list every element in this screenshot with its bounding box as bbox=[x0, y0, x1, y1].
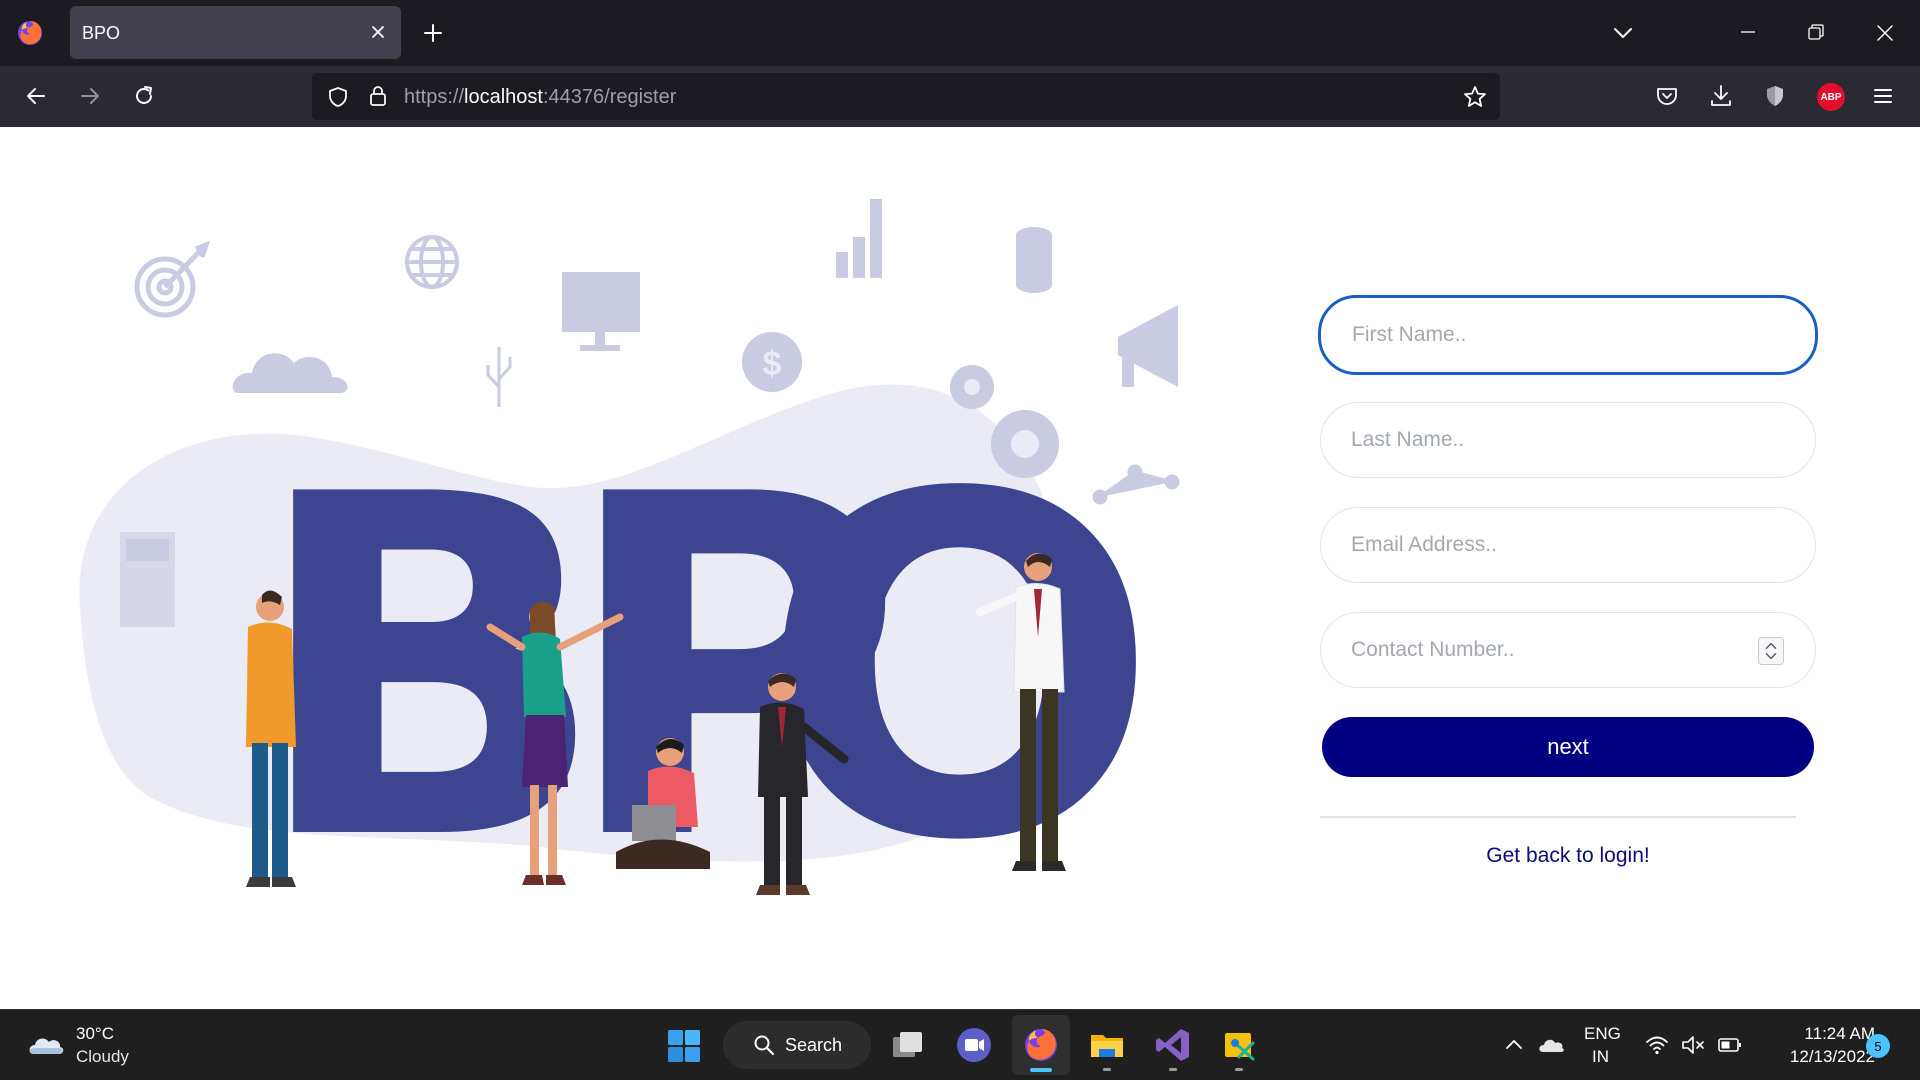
database-icon bbox=[1016, 227, 1052, 293]
form-divider bbox=[1320, 816, 1796, 818]
firefox-taskbar-icon[interactable] bbox=[1021, 1025, 1061, 1065]
next-button[interactable]: next bbox=[1322, 717, 1814, 777]
snipping-app-open-indicator bbox=[1235, 1068, 1243, 1071]
task-view-icon[interactable] bbox=[888, 1025, 928, 1065]
url-path: :44376/register bbox=[542, 86, 677, 108]
first-name-input[interactable] bbox=[1318, 295, 1818, 375]
contact-number-input[interactable] bbox=[1320, 612, 1816, 688]
tab-bar: BPO bbox=[0, 0, 1920, 66]
new-tab-icon[interactable] bbox=[421, 21, 445, 45]
back-to-login-link[interactable]: Get back to login! bbox=[1320, 844, 1816, 868]
search-label: Search bbox=[785, 1035, 843, 1055]
forward-arrow-icon[interactable] bbox=[77, 83, 103, 109]
email-input[interactable] bbox=[1320, 507, 1816, 583]
onedrive-cloud-icon[interactable] bbox=[1537, 1035, 1565, 1055]
reload-icon[interactable] bbox=[131, 83, 157, 109]
search-icon bbox=[754, 1035, 775, 1056]
megaphone-icon bbox=[1118, 305, 1178, 387]
windows-start-icon[interactable] bbox=[666, 1028, 702, 1064]
battery-icon[interactable] bbox=[1717, 1035, 1743, 1055]
volume-muted-icon[interactable] bbox=[1680, 1033, 1706, 1057]
adblock-plus-icon[interactable]: ABP bbox=[1817, 83, 1845, 111]
show-hidden-icons-chevron-icon[interactable] bbox=[1503, 1034, 1525, 1056]
file-explorer-open-indicator bbox=[1103, 1068, 1111, 1071]
windows-taskbar: 30°C Cloudy Search ENG IN 11:24 AM 12/13… bbox=[0, 1009, 1920, 1080]
bar-chart-icon bbox=[836, 199, 882, 278]
pocket-icon[interactable] bbox=[1654, 83, 1680, 109]
url-scheme: https:// bbox=[404, 86, 465, 108]
teams-chat-icon[interactable] bbox=[954, 1025, 994, 1065]
globe-icon bbox=[405, 235, 459, 289]
privacy-extension-shield-icon[interactable] bbox=[1762, 83, 1788, 109]
downloads-icon[interactable] bbox=[1708, 83, 1734, 109]
file-explorer-icon[interactable] bbox=[1087, 1025, 1127, 1065]
bpo-illustration: $ B P O bbox=[79, 199, 1180, 943]
minimize-icon[interactable] bbox=[1738, 22, 1758, 42]
letter-o: O bbox=[760, 396, 1160, 943]
target-icon bbox=[134, 240, 211, 318]
bookmark-star-icon[interactable] bbox=[1462, 84, 1488, 110]
tracking-protection-shield-icon[interactable] bbox=[326, 85, 350, 109]
restore-icon[interactable] bbox=[1806, 22, 1826, 42]
snipping-app-icon[interactable] bbox=[1219, 1025, 1259, 1065]
close-window-icon[interactable] bbox=[1874, 22, 1896, 44]
document-icon bbox=[120, 532, 175, 627]
cloud-icon bbox=[232, 353, 348, 393]
register-page: $ B P O First Name.. Last Name.. Email A… bbox=[0, 127, 1920, 1009]
clock-time[interactable]: 11:24 AM bbox=[1765, 1024, 1875, 1044]
weather-condition[interactable]: Cloudy bbox=[76, 1047, 129, 1067]
active-tab[interactable]: BPO bbox=[70, 6, 401, 59]
notification-count-badge[interactable]: 5 bbox=[1866, 1034, 1890, 1058]
close-tab-icon[interactable] bbox=[369, 23, 387, 41]
firefox-icon[interactable] bbox=[16, 19, 44, 47]
tab-title: BPO bbox=[82, 23, 121, 43]
dollar-coin-icon: $ bbox=[742, 332, 802, 392]
number-spinner-icon[interactable] bbox=[1758, 637, 1784, 665]
lock-icon[interactable] bbox=[366, 84, 390, 108]
wifi-icon[interactable] bbox=[1645, 1033, 1669, 1057]
address-bar[interactable]: https://localhost:44376/register bbox=[312, 73, 1500, 120]
input-language[interactable]: ENG bbox=[1584, 1024, 1621, 1044]
menu-hamburger-icon[interactable] bbox=[1870, 83, 1896, 109]
taskbar-search[interactable]: Search bbox=[723, 1021, 871, 1069]
visual-studio-icon[interactable] bbox=[1153, 1025, 1193, 1065]
navigation-toolbar: https://localhost:44376/register bbox=[0, 66, 1920, 127]
monitor-icon bbox=[562, 272, 640, 351]
last-name-input[interactable] bbox=[1320, 402, 1816, 478]
visual-studio-open-indicator bbox=[1169, 1068, 1177, 1071]
list-all-tabs-icon[interactable] bbox=[1612, 22, 1634, 44]
back-arrow-icon[interactable] bbox=[23, 83, 49, 109]
url-text[interactable]: https://localhost:44376/register bbox=[404, 86, 676, 109]
cloudy-weather-icon[interactable] bbox=[26, 1028, 66, 1058]
weather-temperature[interactable]: 30°C bbox=[76, 1024, 114, 1044]
svg-text:$: $ bbox=[763, 345, 782, 383]
input-region[interactable]: IN bbox=[1592, 1047, 1609, 1067]
url-host: localhost bbox=[464, 86, 543, 108]
firefox-active-indicator bbox=[1030, 1068, 1052, 1072]
clock-date[interactable]: 12/13/2022 bbox=[1765, 1047, 1875, 1067]
